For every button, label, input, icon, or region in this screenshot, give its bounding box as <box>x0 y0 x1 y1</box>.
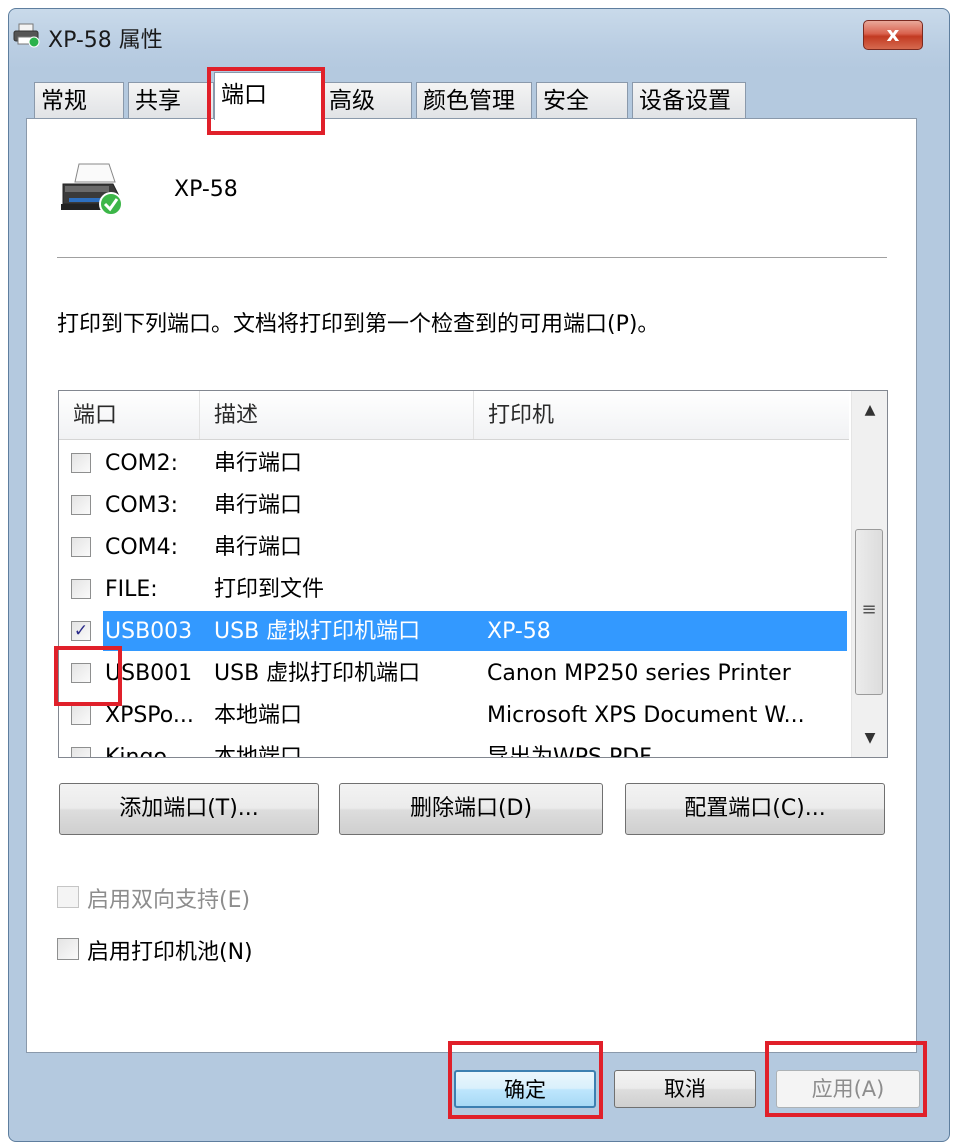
port-checkbox[interactable] <box>71 663 91 683</box>
port-list-header: 端口 描述 打印机 <box>59 391 849 440</box>
port-checkbox[interactable] <box>71 453 91 473</box>
port-row-com2[interactable]: COM2: 串行端口 <box>59 443 849 485</box>
bidirectional-label: 启用双向支持(E) <box>87 888 251 913</box>
port-row-com4[interactable]: COM4: 串行端口 <box>59 527 849 569</box>
ok-button[interactable]: 确定 <box>454 1070 596 1108</box>
port-name: COM3: <box>105 493 179 518</box>
printer-pooling-checkbox[interactable] <box>57 938 79 960</box>
port-printer: XP-58 <box>487 619 551 644</box>
port-name: Kingo... <box>105 745 188 758</box>
port-checkbox[interactable] <box>71 495 91 515</box>
port-list[interactable]: 端口 描述 打印机 COM2: 串行端口 COM3: 串行端口 COM4: 串行… <box>58 390 888 758</box>
port-row-kingo[interactable]: Kingo... 本地端口 导出为WPS PDF <box>59 737 849 758</box>
port-name: USB003 <box>105 619 193 644</box>
port-description: USB 虚拟打印机端口 <box>214 661 421 686</box>
instruction-text: 打印到下列端口。文档将打印到第一个检查到的可用端口(P)。 <box>57 312 660 337</box>
port-checkbox[interactable] <box>71 705 91 725</box>
add-port-button[interactable]: 添加端口(T)... <box>59 783 319 835</box>
port-description: 串行端口 <box>214 493 303 518</box>
port-description: 打印到文件 <box>214 577 325 602</box>
port-description: 串行端口 <box>214 451 303 476</box>
window-title: XP-58 属性 <box>48 28 163 53</box>
divider <box>57 257 887 258</box>
tab-advanced[interactable]: 高级 <box>322 82 412 118</box>
port-checkbox[interactable] <box>71 579 91 599</box>
column-header-description[interactable]: 描述 <box>200 391 474 439</box>
bidirectional-checkbox <box>57 886 79 908</box>
port-row-usb003[interactable]: ✓ USB003 USB 虚拟打印机端口 XP-58 <box>59 611 849 653</box>
port-description: 串行端口 <box>214 535 303 560</box>
port-description: USB 虚拟打印机端口 <box>214 619 421 644</box>
port-checkbox-checked[interactable]: ✓ <box>71 621 91 641</box>
printer-pooling-label[interactable]: 启用打印机池(N) <box>87 934 253 966</box>
printer-icon <box>13 23 40 48</box>
tab-security[interactable]: 安全 <box>536 82 628 118</box>
port-printer: Canon MP250 series Printer <box>487 661 791 686</box>
port-name: FILE: <box>105 577 158 602</box>
tab-color-management[interactable]: 颜色管理 <box>416 82 532 118</box>
printer-name: XP-58 <box>174 177 238 202</box>
port-name: USB001 <box>105 661 193 686</box>
tab-sharing[interactable]: 共享 <box>128 82 214 118</box>
port-description: 本地端口 <box>214 703 303 728</box>
tab-ports[interactable]: 端口 <box>214 72 322 120</box>
port-list-scrollbar[interactable]: ▲ ≡ ▼ <box>851 391 887 757</box>
column-header-port[interactable]: 端口 <box>59 391 200 439</box>
port-checkbox[interactable] <box>71 537 91 557</box>
cancel-button[interactable]: 取消 <box>614 1070 756 1108</box>
printer-ready-icon <box>61 163 123 216</box>
port-printer: 导出为WPS PDF <box>487 745 652 758</box>
port-name: COM2: <box>105 451 179 476</box>
port-name: XPSPo... <box>105 703 194 728</box>
column-header-printer[interactable]: 打印机 <box>474 391 849 439</box>
tab-general[interactable]: 常规 <box>34 82 124 118</box>
scrollbar-thumb[interactable]: ≡ <box>855 529 883 695</box>
port-row-usb001[interactable]: USB001 USB 虚拟打印机端口 Canon MP250 series Pr… <box>59 653 849 695</box>
port-name: COM4: <box>105 535 179 560</box>
scroll-down-icon[interactable]: ▼ <box>852 719 887 757</box>
port-row-com3[interactable]: COM3: 串行端口 <box>59 485 849 527</box>
tab-device-settings[interactable]: 设备设置 <box>632 82 746 118</box>
port-checkbox[interactable] <box>71 747 91 757</box>
port-printer: Microsoft XPS Document W... <box>487 703 805 728</box>
delete-port-button[interactable]: 删除端口(D) <box>339 783 603 835</box>
close-button[interactable]: x <box>863 20 923 50</box>
port-row-xpsport[interactable]: XPSPo... 本地端口 Microsoft XPS Document W..… <box>59 695 849 737</box>
scroll-up-icon[interactable]: ▲ <box>852 391 887 429</box>
configure-port-button[interactable]: 配置端口(C)... <box>625 783 885 835</box>
port-row-file[interactable]: FILE: 打印到文件 <box>59 569 849 611</box>
apply-button[interactable]: 应用(A) <box>776 1070 920 1108</box>
port-description: 本地端口 <box>214 745 303 758</box>
